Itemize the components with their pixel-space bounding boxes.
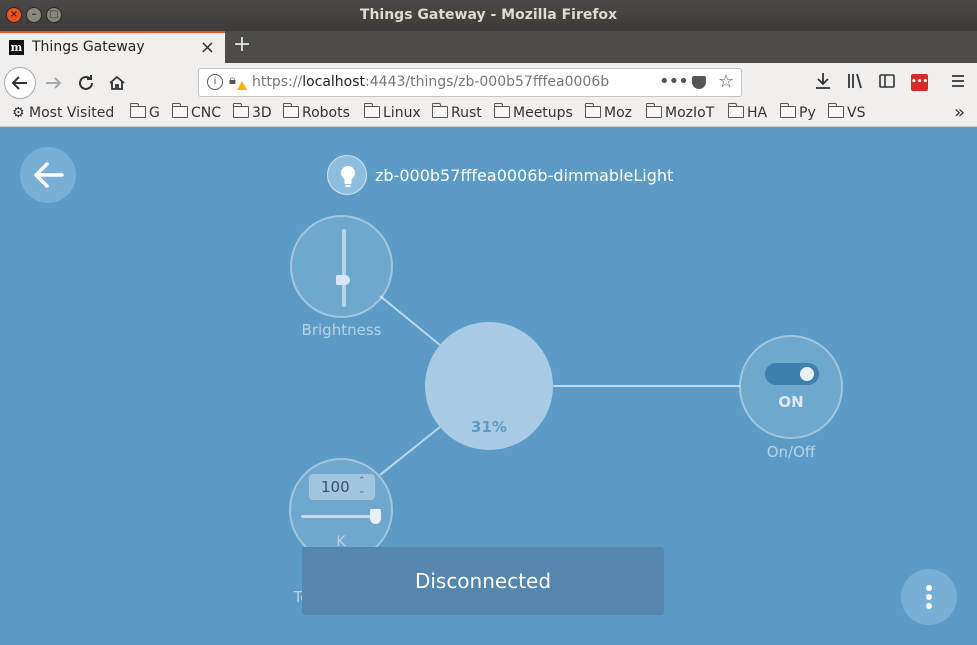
downloads-icon[interactable]	[814, 71, 832, 95]
reload-button[interactable]	[74, 68, 98, 98]
thing-title: zb-000b57fffea0006b-dimmableLight	[375, 166, 674, 185]
lock-icon: 🔒︎	[229, 73, 236, 88]
lastpass-icon[interactable]: •••	[911, 74, 928, 91]
brightness-label: Brightness	[301, 321, 382, 339]
arrow-right-icon	[46, 77, 62, 89]
pocket-icon[interactable]	[692, 76, 706, 89]
bookmarks-toolbar: ⚙ Most Visited G CNC 3D Robots Linux Rus…	[0, 102, 977, 127]
chevron-double-right-icon[interactable]: »	[954, 102, 965, 123]
onoff-state: ON	[778, 393, 804, 411]
new-tab-button[interactable]: +	[230, 32, 254, 60]
url-text[interactable]: https://localhost:4443/things/zb-000b57f…	[252, 74, 609, 90]
folder-icon	[233, 103, 249, 118]
folder-icon	[780, 103, 796, 118]
folder-icon	[364, 103, 380, 118]
bookmark-folder[interactable]: VS	[828, 103, 865, 121]
arrow-left-icon	[11, 76, 27, 90]
brightness-slider-track[interactable]	[342, 229, 346, 307]
lightbulb-icon	[327, 155, 367, 195]
more-options-button[interactable]	[901, 569, 957, 625]
folder-icon	[494, 103, 510, 118]
browser-back-button[interactable]	[4, 67, 36, 99]
tab-strip: m Things Gateway × +	[0, 31, 977, 63]
bookmark-folder[interactable]: G	[130, 103, 160, 121]
tab-close-icon[interactable]: ×	[200, 37, 215, 58]
bookmark-folder[interactable]: 3D	[233, 103, 272, 121]
tab-things-gateway[interactable]: m Things Gateway ×	[0, 31, 225, 63]
reload-icon	[79, 75, 93, 90]
tab-title: Things Gateway	[32, 39, 145, 55]
onoff-property: ON	[739, 335, 843, 439]
folder-icon	[283, 103, 299, 118]
brightness-property	[290, 215, 393, 318]
folder-icon	[130, 103, 146, 118]
thing-center-node: 31%	[425, 322, 553, 450]
navigation-toolbar: i 🔒︎ https://localhost:4443/things/zb-00…	[0, 63, 977, 102]
color-temperature-input[interactable]: 100 ⌃ ⌄	[309, 474, 375, 500]
connection-status-toast: Disconnected	[302, 547, 664, 615]
home-button[interactable]	[105, 68, 129, 98]
arrow-left-icon	[34, 162, 64, 188]
brightness-slider-thumb[interactable]	[336, 275, 350, 285]
home-icon	[109, 75, 125, 90]
bookmark-folder[interactable]: HA	[728, 103, 767, 121]
warning-icon	[237, 81, 247, 90]
folder-icon	[172, 103, 188, 118]
bookmark-folder[interactable]: MozIoT	[646, 103, 714, 121]
page-actions-icon[interactable]: •••	[659, 71, 689, 92]
bookmark-folder[interactable]: Robots	[283, 103, 350, 121]
window-title: Things Gateway - Mozilla Firefox	[359, 7, 618, 23]
color-temperature-slider-track[interactable]	[301, 515, 377, 518]
bookmark-folder[interactable]: Moz	[585, 103, 632, 121]
thing-detail-view: zb-000b57fffea0006b-dimmableLight Bright…	[0, 127, 977, 645]
browser-forward-button[interactable]	[42, 68, 66, 98]
onoff-toggle[interactable]	[765, 363, 819, 385]
onoff-label: On/Off	[766, 443, 816, 461]
back-button[interactable]	[20, 147, 76, 203]
bookmark-most-visited[interactable]: ⚙ Most Visited	[12, 105, 114, 121]
bookmark-folder[interactable]: CNC	[172, 103, 221, 121]
toggle-knob	[800, 367, 814, 381]
spinner-arrows-icon[interactable]: ⌃ ⌄	[358, 476, 366, 496]
bookmark-folder[interactable]: Py	[780, 103, 816, 121]
window-titlebar: × – □ Things Gateway - Mozilla Firefox	[0, 0, 977, 31]
url-bar[interactable]: i 🔒︎ https://localhost:4443/things/zb-00…	[198, 68, 742, 97]
folder-icon	[585, 103, 601, 118]
sidebar-icon[interactable]	[878, 71, 896, 95]
folder-icon	[828, 103, 844, 118]
level-readout: 31%	[471, 418, 507, 436]
gear-icon: ⚙	[12, 105, 25, 121]
folder-icon	[728, 103, 744, 118]
bookmark-folder[interactable]: Linux	[364, 103, 421, 121]
bookmark-folder[interactable]: Meetups	[494, 103, 573, 121]
library-icon[interactable]	[846, 71, 864, 95]
folder-icon	[646, 103, 662, 118]
folder-icon	[432, 103, 448, 118]
color-temperature-slider-thumb[interactable]	[370, 509, 381, 524]
info-icon[interactable]: i	[207, 74, 223, 90]
bookmark-folder[interactable]: Rust	[432, 103, 482, 121]
hamburger-menu-icon[interactable]	[949, 71, 967, 95]
favicon-icon: m	[9, 40, 24, 55]
bookmark-star-icon[interactable]: ☆	[718, 71, 734, 92]
